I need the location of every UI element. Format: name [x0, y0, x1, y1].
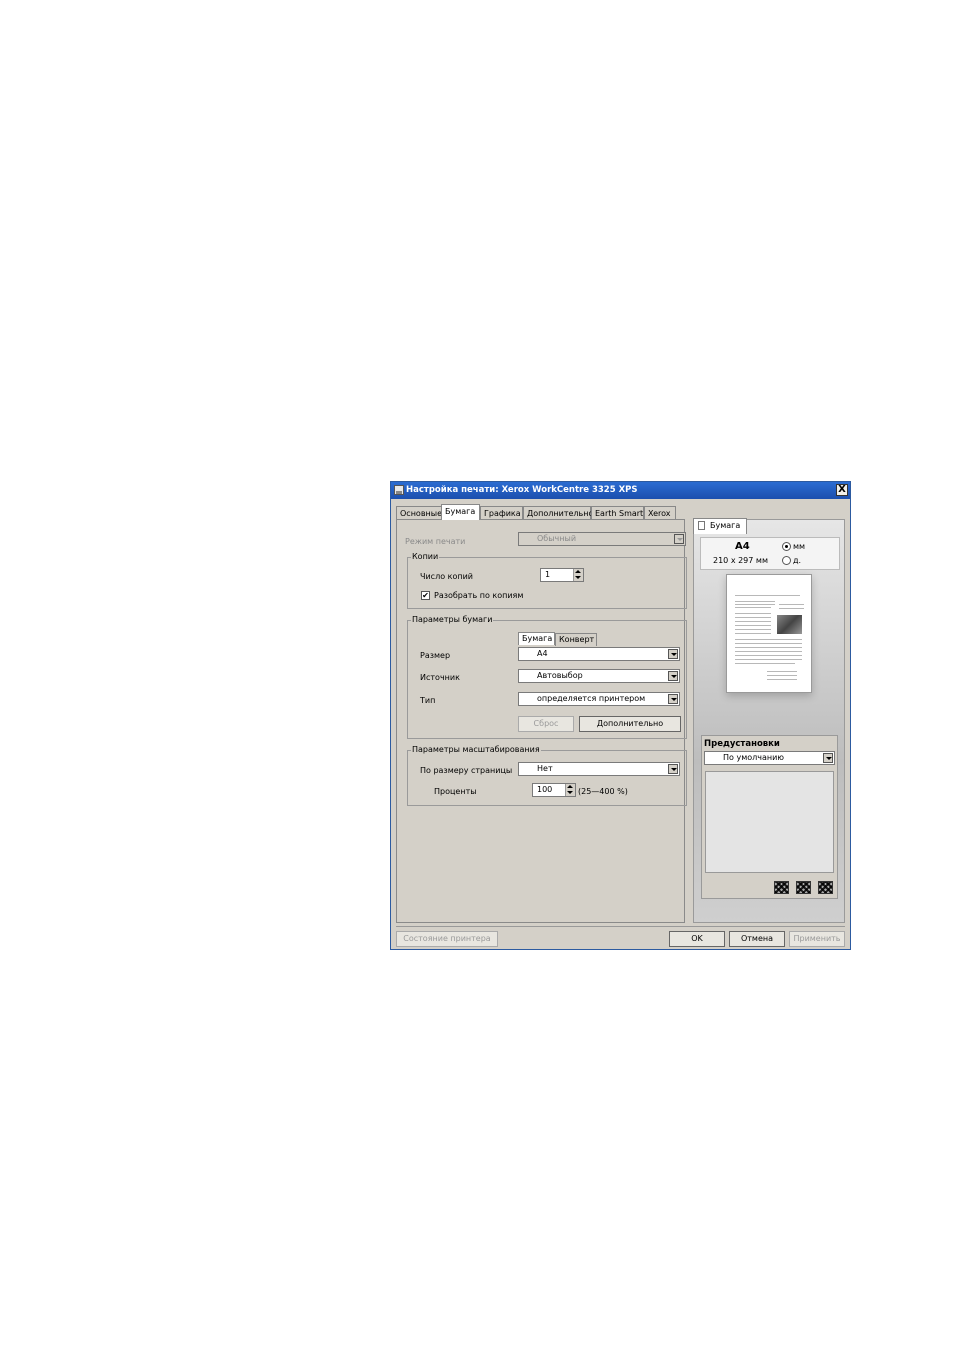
copies-count-label: Число копий — [420, 572, 473, 581]
paper-tab-panel: Режим печати Обычный Копии Число копий 1… — [396, 519, 687, 923]
printer-status-button[interactable]: Состояние принтера — [396, 931, 498, 947]
chevron-down-icon — [823, 753, 833, 763]
presets-select[interactable]: По умолчанию — [704, 751, 835, 765]
paper-options-group: Параметры бумаги Бумага Конверт Размер A… — [407, 615, 687, 739]
preview-tab-paper[interactable]: Бумага — [693, 518, 747, 534]
tab-basic[interactable]: Основные — [396, 506, 442, 519]
copies-count-stepper[interactable]: 1 — [540, 568, 584, 582]
tab-paper[interactable]: Бумага — [441, 504, 480, 520]
tab-earth-smart[interactable]: Earth Smart — [591, 506, 644, 519]
unit-mm-radio[interactable] — [782, 542, 791, 551]
paper-name: A4 — [735, 541, 750, 552]
unit-mm-label: мм — [793, 542, 806, 551]
presets-value: По умолчанию — [723, 753, 785, 762]
preset-delete-icon[interactable] — [818, 881, 833, 894]
paper-dimensions: 210 x 297 мм — [713, 556, 768, 565]
scaling-group-title: Параметры масштабирования — [411, 745, 541, 754]
paper-type-select[interactable]: определяется принтером — [518, 692, 680, 706]
paper-size-select[interactable]: A4 — [518, 647, 680, 661]
scaling-group: Параметры масштабирования По размеру стр… — [407, 745, 687, 806]
page-preview-image — [726, 574, 812, 693]
printer-icon — [394, 485, 404, 495]
apply-button[interactable]: Применить — [789, 931, 845, 947]
cancel-button[interactable]: Отмена — [729, 931, 785, 947]
unit-inch-radio[interactable] — [782, 556, 791, 565]
document-icon — [698, 521, 705, 530]
paper-source-select[interactable]: Автовыбор — [518, 669, 680, 683]
presets-title: Предустановки — [704, 739, 780, 749]
fit-to-page-label: По размеру страницы — [420, 766, 513, 775]
inner-tab-envelope[interactable]: Конверт — [555, 633, 597, 646]
paper-source-label: Источник — [420, 673, 460, 682]
copies-count-value: 1 — [545, 570, 551, 579]
copies-group: Копии Число копий 1 ✔ Разобрать по копия… — [407, 552, 687, 609]
tab-xerox[interactable]: Xerox — [644, 506, 676, 519]
ok-button[interactable]: OK — [669, 931, 725, 947]
percent-label: Проценты — [434, 787, 477, 796]
copies-group-title: Копии — [411, 552, 440, 561]
preview-tab-label: Бумага — [710, 521, 741, 530]
paper-type-value: определяется принтером — [537, 694, 646, 703]
chevron-down-icon — [668, 694, 678, 704]
paper-size-label: Размер — [420, 651, 451, 660]
inner-tab-paper[interactable]: Бумага — [518, 632, 555, 645]
spinner-arrows-icon[interactable] — [565, 784, 575, 796]
presets-list[interactable] — [705, 771, 834, 873]
print-settings-dialog: Настройка печати: Xerox WorkCentre 3325 … — [390, 481, 851, 950]
fit-to-page-select[interactable]: Нет — [518, 762, 680, 776]
spinner-arrows-icon[interactable] — [573, 569, 583, 581]
paper-advanced-button[interactable]: Дополнительно — [579, 716, 681, 732]
paper-options-group-title: Параметры бумаги — [411, 615, 494, 624]
window-title: Настройка печати: Xerox WorkCentre 3325 … — [406, 485, 638, 495]
chevron-down-icon — [674, 534, 684, 544]
preset-edit-icon[interactable] — [796, 881, 811, 894]
tab-advanced[interactable]: Дополнительно — [523, 506, 593, 519]
title-bar: Настройка печати: Xerox WorkCentre 3325 … — [391, 482, 850, 499]
paper-source-value: Автовыбор — [537, 671, 583, 680]
print-mode-value: Обычный — [537, 534, 577, 543]
percent-stepper[interactable]: 100 — [532, 783, 576, 797]
reset-button[interactable]: Сброс — [518, 716, 574, 732]
preview-photo-image — [777, 615, 802, 634]
percent-range-hint: (25—400 %) — [578, 787, 628, 796]
print-mode-select[interactable]: Обычный — [518, 532, 686, 546]
print-mode-label: Режим печати — [405, 537, 466, 546]
presets-section: Предустановки По умолчанию — [701, 735, 838, 899]
collate-checkbox[interactable]: ✔ — [421, 591, 430, 600]
unit-inch-label: д. — [793, 556, 802, 565]
fit-to-page-value: Нет — [537, 764, 553, 773]
collate-label: Разобрать по копиям — [434, 591, 524, 600]
paper-info-box: A4 210 x 297 мм мм д. — [700, 537, 840, 570]
preset-save-icon[interactable] — [774, 881, 789, 894]
close-button[interactable]: X — [836, 484, 848, 496]
divider — [396, 926, 845, 927]
chevron-down-icon — [668, 649, 678, 659]
chevron-down-icon — [668, 764, 678, 774]
chevron-down-icon — [668, 671, 678, 681]
tab-graphics[interactable]: Графика — [480, 506, 523, 519]
percent-value: 100 — [537, 785, 553, 794]
paper-type-label: Тип — [420, 696, 436, 705]
paper-size-value: A4 — [537, 649, 548, 658]
